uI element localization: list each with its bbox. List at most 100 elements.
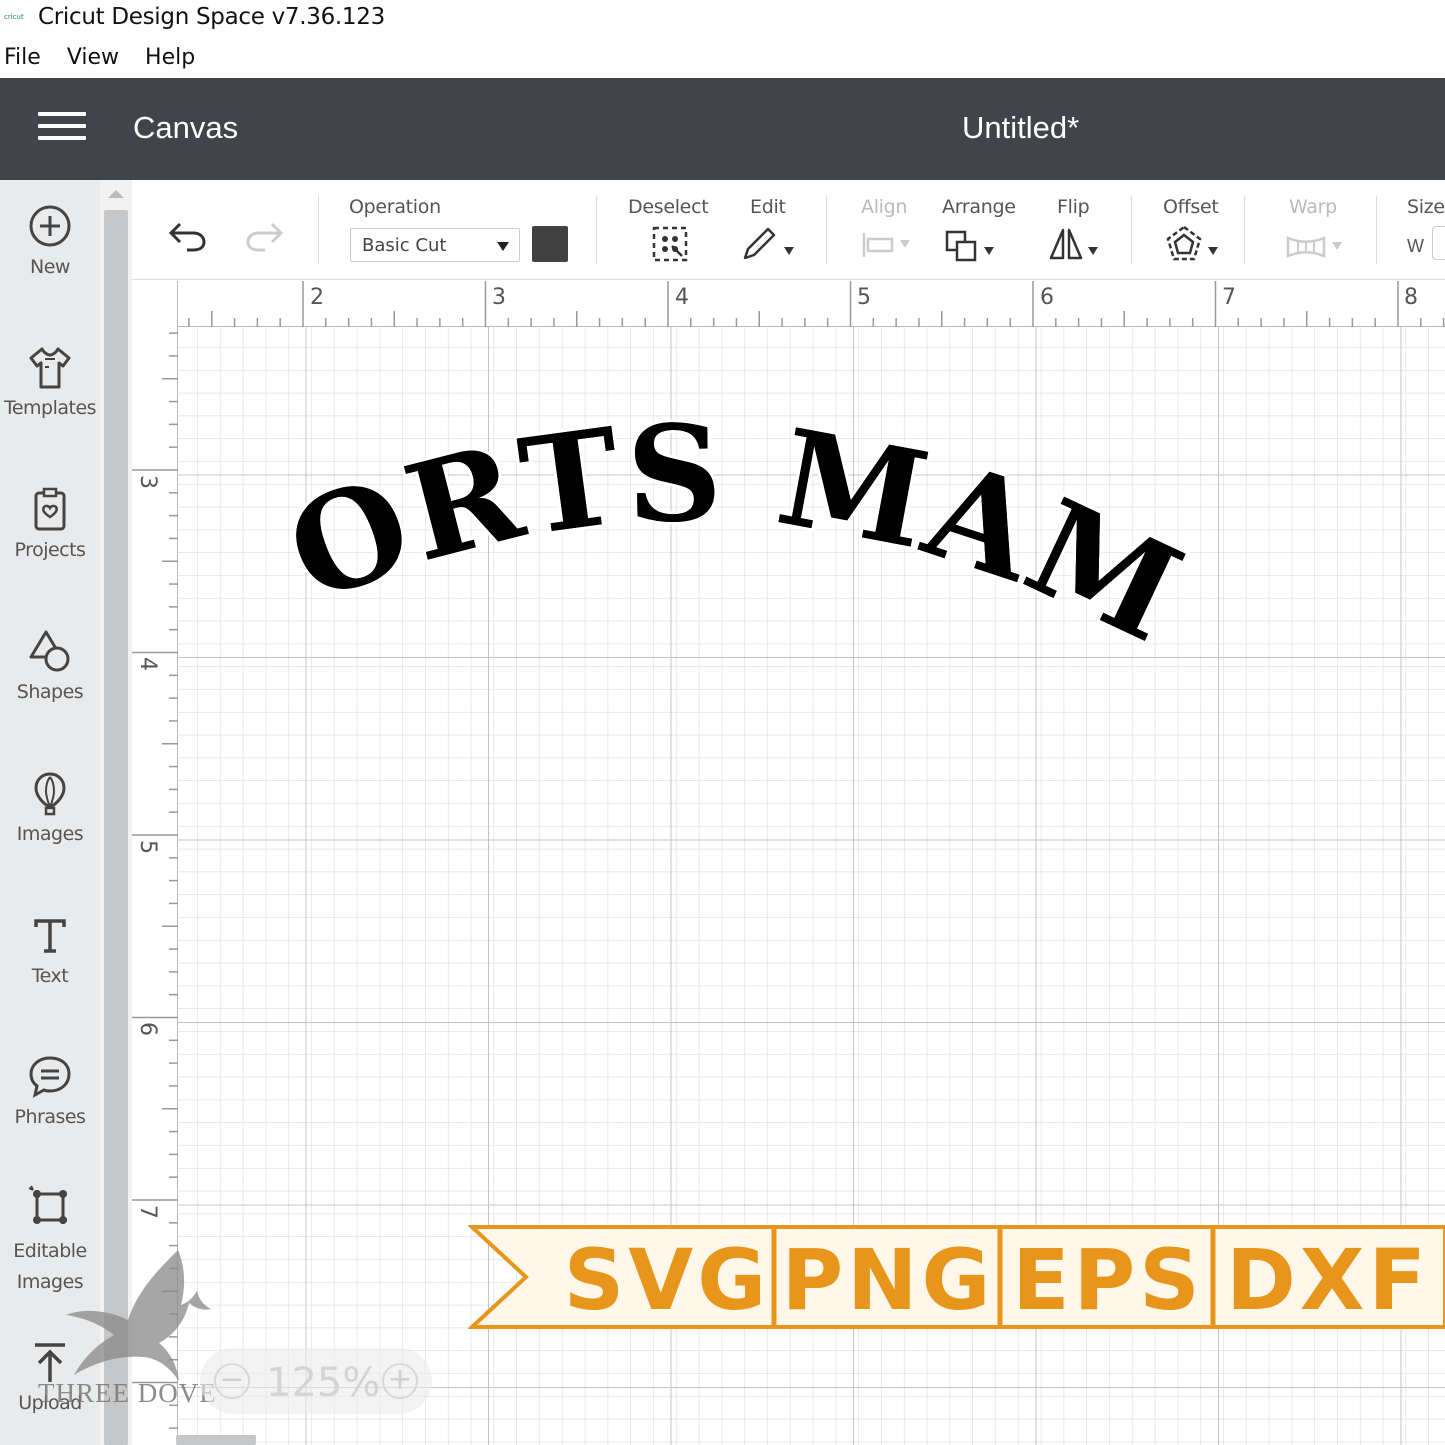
warp-label: Warp: [1289, 196, 1337, 218]
sidebar-item-label: Phrases: [14, 1106, 86, 1128]
operation-value: Basic Cut: [362, 235, 447, 256]
balloon-icon: [34, 772, 66, 816]
deselect-icon[interactable]: [650, 224, 690, 264]
speech-bubble-icon: [29, 1056, 71, 1098]
warp-icon: [1286, 236, 1326, 258]
toolbar-divider: [1376, 196, 1377, 264]
sidebar-item-projects[interactable]: Projects: [0, 487, 100, 561]
project-card-icon: [34, 487, 66, 531]
ruler-number: 3: [492, 285, 506, 310]
window-title: Cricut Design Space v7.36.123: [38, 4, 385, 30]
ruler-number: 8: [1404, 285, 1418, 310]
edit-button[interactable]: [742, 224, 795, 269]
sidebar-item-shapes[interactable]: Shapes: [0, 629, 100, 703]
ruler-number: 5: [857, 285, 871, 310]
app-header: Canvas Untitled*: [0, 78, 1445, 180]
shapes-icon: [29, 630, 70, 672]
ruler-number: 6: [1040, 285, 1054, 310]
size-width-input[interactable]: [1432, 226, 1445, 260]
toolbar-divider: [318, 196, 319, 264]
sidebar-item-label: Text: [31, 965, 69, 987]
flip-button[interactable]: [1048, 224, 1099, 269]
offset-icon: [1166, 225, 1202, 261]
chevron-down-icon: [1208, 246, 1219, 255]
chevron-down-icon: [497, 242, 509, 251]
watermark-text: THREE DOVE: [38, 1378, 217, 1408]
offset-button[interactable]: [1164, 224, 1219, 269]
toolbar-divider: [1131, 196, 1132, 264]
ruler-number: 2: [310, 285, 324, 310]
operation-select[interactable]: Basic Cut: [350, 228, 520, 262]
document-title: Untitled*: [962, 110, 1080, 145]
arrange-label: Arrange: [942, 196, 1016, 218]
ruler-number: 5: [135, 840, 160, 854]
ruler-number: 7: [135, 1205, 160, 1219]
format-eps: EPS: [1012, 1231, 1203, 1329]
sidebar-item-label: Shapes: [16, 681, 84, 703]
sidebar-item-new[interactable]: New: [0, 204, 100, 278]
align-left-icon: [862, 233, 894, 257]
edit-toolbar: Operation Basic Cut Deselect Edit Align …: [132, 180, 1445, 280]
menu-file[interactable]: File: [4, 45, 41, 70]
zoom-level: 125%: [266, 1360, 381, 1406]
arrange-icon: [945, 230, 977, 262]
chevron-down-icon: [1332, 241, 1343, 250]
chevron-down-icon: [1088, 246, 1099, 255]
size-width-label: W: [1407, 236, 1424, 256]
sidebar-item-templates[interactable]: Templates: [0, 345, 100, 419]
chevron-down-icon: [900, 239, 911, 248]
ruler-number: 4: [675, 285, 689, 310]
align-button[interactable]: [860, 230, 911, 265]
sidebar-item-label: Projects: [14, 539, 86, 561]
sidebar-item-text[interactable]: Text: [0, 913, 100, 987]
zoom-out-button[interactable]: −: [214, 1363, 250, 1399]
file-format-ribbon: SVG PNG EPS DXF: [468, 1225, 1445, 1329]
ruler-number: 4: [135, 657, 160, 671]
canvas-horizontal-scrollbar[interactable]: [176, 1435, 256, 1445]
menu-bar: File View Help: [0, 38, 221, 76]
warp-button[interactable]: [1284, 232, 1343, 267]
menu-help[interactable]: Help: [145, 45, 195, 70]
plus-circle-icon: [29, 205, 71, 247]
editable-image-icon: [28, 1185, 67, 1224]
flip-icon: [1049, 228, 1083, 260]
zoom-control: − 125% +: [200, 1348, 432, 1414]
operation-label: Operation: [349, 196, 441, 218]
zoom-in-button[interactable]: +: [382, 1363, 418, 1399]
sidebar-item-phrases[interactable]: Phrases: [0, 1054, 100, 1128]
flip-label: Flip: [1057, 196, 1090, 218]
window-titlebar: cricut Cricut Design Space v7.36.123: [0, 0, 1445, 34]
pencil-icon: [743, 227, 776, 260]
redo-icon[interactable]: [242, 216, 286, 252]
hamburger-menu-icon[interactable]: [38, 112, 86, 144]
format-dxf: DXF: [1226, 1231, 1430, 1329]
menu-view[interactable]: View: [67, 45, 119, 70]
scroll-up-arrow-icon[interactable]: [108, 190, 124, 198]
operation-color-swatch[interactable]: [532, 226, 568, 262]
text-t-icon: [34, 919, 66, 953]
toolbar-divider: [596, 196, 597, 264]
undo-icon[interactable]: [166, 216, 210, 252]
edit-label: Edit: [750, 196, 786, 218]
align-label: Align: [861, 196, 908, 218]
sidebar-item-label: Templates: [3, 397, 97, 419]
chevron-down-icon: [984, 246, 995, 255]
size-label: Size: [1407, 196, 1445, 218]
chevron-down-icon: [784, 246, 795, 255]
horizontal-ruler: 2 2 3 4 5 6 7 8: [132, 281, 1445, 327]
format-png: PNG: [782, 1231, 995, 1329]
ruler-number: 6: [135, 1022, 160, 1036]
section-title: Canvas: [133, 110, 239, 145]
format-svg: SVG: [564, 1231, 770, 1329]
sidebar-item-label: New: [30, 256, 70, 278]
sidebar-item-images[interactable]: Images: [0, 771, 100, 845]
ruler-number: 7: [1222, 285, 1236, 310]
toolbar-divider: [1244, 196, 1245, 264]
toolbar-divider: [826, 196, 827, 264]
deselect-label: Deselect: [628, 196, 709, 218]
tshirt-icon: [29, 347, 71, 389]
cricut-app-icon: cricut: [4, 13, 24, 21]
ruler-number: 3: [135, 475, 160, 489]
offset-label: Offset: [1163, 196, 1219, 218]
arrange-button[interactable]: [944, 224, 995, 269]
